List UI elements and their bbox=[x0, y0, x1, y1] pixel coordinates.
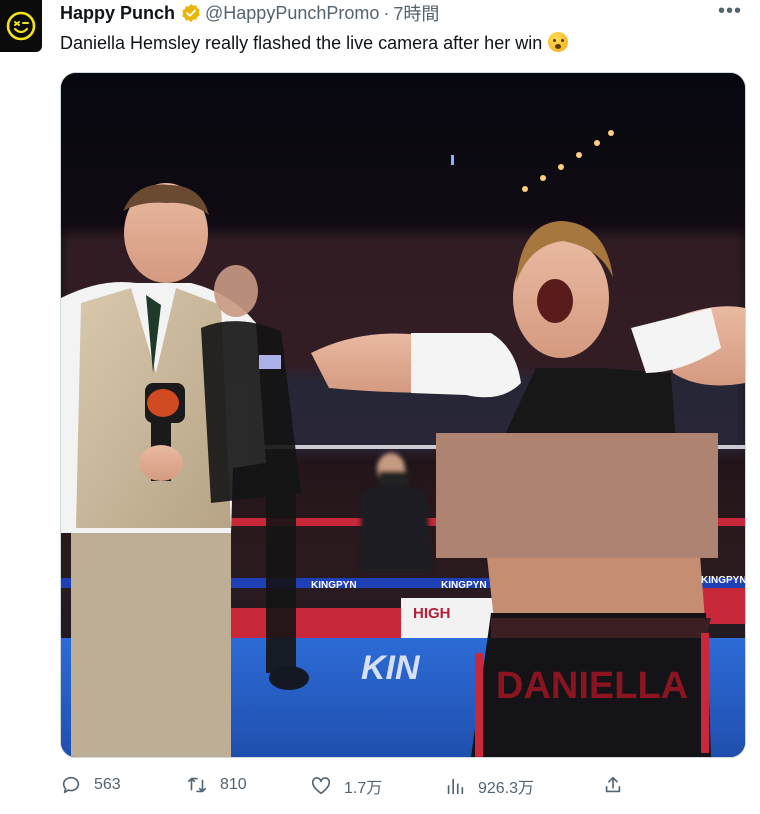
censor-blur-box bbox=[436, 433, 718, 558]
tweet-media-image[interactable]: DANIELLA KINGPYN KINGPYN HIGH KINGPYN KI… bbox=[60, 72, 746, 758]
heart-icon bbox=[311, 777, 331, 795]
tweet-body: Daniella Hemsley really flashed the live… bbox=[60, 33, 543, 53]
like-button[interactable]: 1.7万 bbox=[310, 774, 382, 798]
tweet-header: Happy Punch @HappyPunchPromo · 7時間 bbox=[60, 0, 750, 26]
reply-button[interactable]: 563 bbox=[60, 774, 121, 796]
shorts-text: DANIELLA bbox=[496, 665, 688, 707]
banner-text-1: KINGPYN bbox=[311, 580, 357, 591]
author-name[interactable]: Happy Punch bbox=[60, 3, 175, 24]
retweet-button[interactable]: 810 bbox=[186, 774, 247, 796]
banner-text-3: KINGPYN bbox=[701, 575, 745, 586]
views-button[interactable]: 926.3万 bbox=[444, 774, 534, 798]
author-avatar[interactable] bbox=[0, 0, 42, 52]
verified-badge-icon[interactable] bbox=[181, 3, 201, 23]
views-count: 926.3万 bbox=[478, 780, 535, 797]
like-count: 1.7万 bbox=[344, 780, 383, 797]
banner-text-2: KINGPYN bbox=[441, 580, 487, 591]
author-handle[interactable]: @HappyPunchPromo bbox=[205, 3, 379, 24]
share-button[interactable] bbox=[602, 774, 636, 796]
views-chart-icon bbox=[447, 778, 464, 795]
tweet-time[interactable]: 7時間 bbox=[393, 0, 439, 26]
separator-dot: · bbox=[383, 2, 390, 23]
retweet-count: 810 bbox=[220, 776, 247, 793]
boxing-ring-photo: DANIELLA KINGPYN KINGPYN HIGH KINGPYN KI… bbox=[61, 73, 745, 757]
share-icon bbox=[605, 776, 621, 793]
flushed-face-emoji-icon bbox=[548, 32, 569, 52]
reply-count: 563 bbox=[94, 776, 121, 793]
smiley-face-logo-icon bbox=[6, 11, 36, 41]
tweet-text: Daniella Hemsley really flashed the live… bbox=[60, 30, 569, 56]
retweet-icon bbox=[187, 777, 207, 793]
more-options-icon[interactable]: ••• bbox=[718, 0, 742, 23]
banner-text-high: HIGH bbox=[413, 605, 451, 622]
tweet-actions: 563 810 1.7万 926.3万 bbox=[60, 774, 660, 802]
reply-icon bbox=[62, 776, 80, 794]
floor-logo-text: KIN bbox=[361, 649, 421, 687]
